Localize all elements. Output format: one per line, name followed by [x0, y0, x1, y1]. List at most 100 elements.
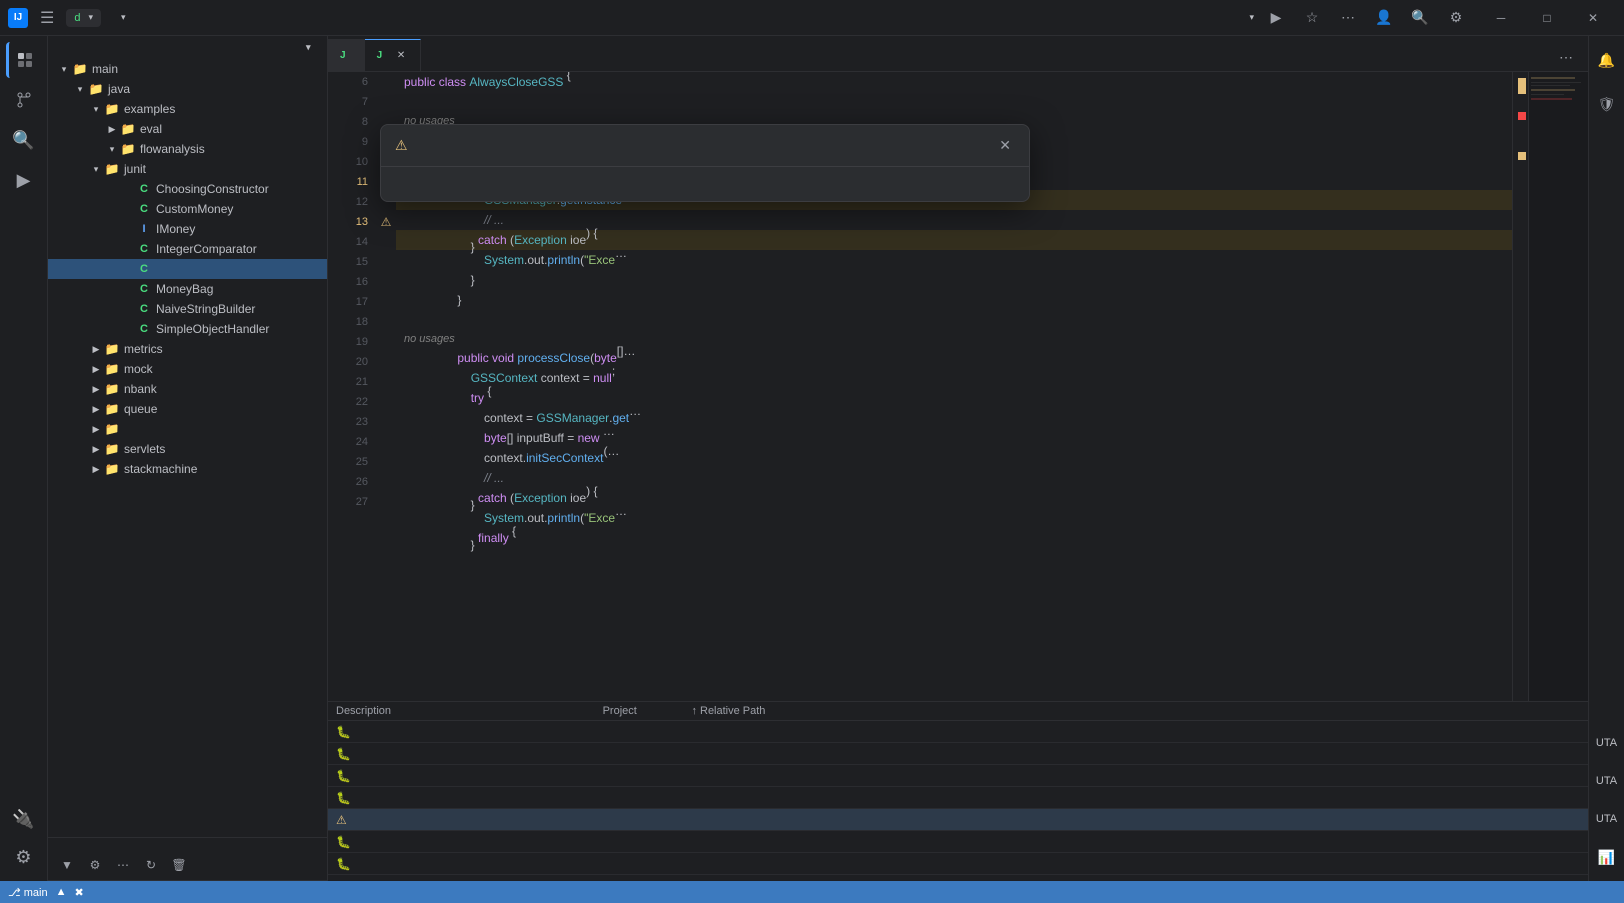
findings-refresh-button[interactable]: ↻: [140, 854, 162, 876]
finding-bug-icon: 🐛: [336, 725, 351, 739]
right-gutter: [1512, 72, 1528, 701]
right-toolbar: 🔔 🛡 UTA UTA UTA 📊: [1588, 36, 1624, 881]
tree-item-java[interactable]: ▾ 📁 java: [48, 79, 327, 99]
right-tool-plugin1[interactable]: UTA: [1589, 725, 1624, 761]
gutter-warn-13: ⚠: [376, 212, 396, 232]
ai-dialog-subtitle: [381, 167, 1029, 179]
project-dropdown-icon: ▾: [88, 12, 93, 23]
finding-row-5[interactable]: ⚠: [328, 809, 1588, 831]
tree-item-imoney[interactable]: I IMoney: [48, 219, 327, 239]
activity-icon-plugins[interactable]: 🔌: [6, 801, 42, 837]
right-tool-plugin3[interactable]: UTA: [1589, 801, 1624, 837]
code-line-17: [396, 310, 1512, 330]
activity-icon-vcs[interactable]: [6, 82, 42, 118]
finding-row-7[interactable]: 🐛: [328, 853, 1588, 875]
run-button[interactable]: ▶: [1262, 4, 1290, 32]
finding-row-2[interactable]: 🐛: [328, 743, 1588, 765]
tab-close-icon[interactable]: ✕: [394, 49, 408, 63]
tree-arrow: [120, 201, 136, 217]
minimize-button[interactable]: ─: [1478, 0, 1524, 36]
maximize-button[interactable]: □: [1524, 0, 1570, 36]
ai-dialog-content[interactable]: [381, 179, 1029, 201]
status-branch[interactable]: ⎇ main: [8, 886, 48, 899]
folder-icon: 📁: [104, 341, 120, 357]
code-line-21: context = GSSManager.get…: [396, 408, 1512, 428]
tree-label: flowanalysis: [140, 142, 205, 156]
tree-item-flowanalysis[interactable]: ▾ 📁 flowanalysis: [48, 139, 327, 159]
close-button[interactable]: ✕: [1570, 0, 1616, 36]
activity-icon-run[interactable]: ▶: [6, 162, 42, 198]
tree-item-integercomparator[interactable]: C IntegerComparator: [48, 239, 327, 259]
line-num-9: 9: [328, 132, 368, 152]
tree-label: SimpleObjectHandler: [156, 322, 269, 336]
tree-label: ChoosingConstructor: [156, 182, 269, 196]
tree-item-main[interactable]: ▾ 📁 main: [48, 59, 327, 79]
findings-delete-button[interactable]: 🗑: [168, 854, 190, 876]
finding-row-1[interactable]: 🐛: [328, 721, 1588, 743]
tree-item-simpleobjecthandler[interactable]: C SimpleObjectHandler: [48, 319, 327, 339]
tree-label: IntegerComparator: [156, 242, 257, 256]
findings-more-button[interactable]: ⋯: [112, 854, 134, 876]
activity-icon-project[interactable]: [6, 42, 42, 78]
project-selector[interactable]: d ▾: [66, 9, 101, 27]
findings-config-button[interactable]: ⚙: [84, 854, 106, 876]
search-button[interactable]: 🔍: [1406, 4, 1434, 32]
finding-bug-icon: 🐛: [336, 791, 351, 805]
finding-row-3[interactable]: 🐛: [328, 765, 1588, 787]
tree-item-servlets[interactable]: ▶ 📁 servlets: [48, 439, 327, 459]
right-tool-charts[interactable]: 📊: [1589, 839, 1624, 875]
tree-item-money[interactable]: C: [48, 259, 327, 279]
activity-icon-settings[interactable]: ⚙: [6, 839, 42, 875]
tree-arrow: [120, 221, 136, 237]
finding-row-6[interactable]: 🐛: [328, 831, 1588, 853]
ai-dialog[interactable]: ⚠ ✕: [380, 124, 1030, 202]
line-num-7: 7: [328, 92, 368, 112]
hamburger-menu[interactable]: ☰: [36, 4, 58, 32]
editor-more-button[interactable]: ⋯: [1552, 43, 1580, 71]
tree-item-nbank[interactable]: ▶ 📁 nbank: [48, 379, 327, 399]
ai-dialog-close-icon[interactable]: ✕: [995, 135, 1015, 156]
finding-row-4[interactable]: 🐛: [328, 787, 1588, 809]
sidebar-collapse-icon[interactable]: ▾: [306, 42, 311, 53]
current-file-selector[interactable]: ▾: [1245, 12, 1254, 23]
status-warnings[interactable]: ▲: [56, 886, 67, 898]
more-button[interactable]: ⋯: [1334, 4, 1362, 32]
tree-arrow: ▾: [72, 81, 88, 97]
tree-item-moneybag[interactable]: C MoneyBag: [48, 279, 327, 299]
line-num-15: 15: [328, 252, 368, 272]
tree-label: NaiveStringBuilder: [156, 302, 255, 316]
tab-alwaysclosegss-java[interactable]: J ✕: [365, 39, 422, 71]
tree-item-metrics[interactable]: ▶ 📁 metrics: [48, 339, 327, 359]
tree-item-mock[interactable]: ▶ 📁 mock: [48, 359, 327, 379]
tree-item-examples[interactable]: ▾ 📁 examples: [48, 99, 327, 119]
activity-icon-search[interactable]: 🔍: [6, 122, 42, 158]
minimap-error-line: [1531, 98, 1572, 100]
line-num-23: 23: [328, 412, 368, 432]
tree-item-choosingconstructor[interactable]: C ChoosingConstructor: [48, 179, 327, 199]
settings-button[interactable]: ⚙: [1442, 4, 1470, 32]
tree-item-naivestringbuilder[interactable]: C NaiveStringBuilder: [48, 299, 327, 319]
status-errors[interactable]: ✖: [74, 886, 83, 899]
line-num-6: 6: [328, 72, 368, 92]
tree-item-junit[interactable]: ▾ 📁 junit: [48, 159, 327, 179]
findings-sort-button[interactable]: ▼: [56, 854, 78, 876]
tree-item-security[interactable]: ▶ 📁: [48, 419, 327, 439]
tree-item-stackmachine[interactable]: ▶ 📁 stackmachine: [48, 459, 327, 479]
folder-icon: 📁: [120, 141, 136, 157]
right-tool-plugin2[interactable]: UTA: [1589, 763, 1624, 799]
tree-label: nbank: [124, 382, 157, 396]
version-control-selector[interactable]: ▾: [109, 9, 134, 26]
right-tool-shield[interactable]: 🛡: [1589, 86, 1624, 122]
tree-arrow: [120, 261, 136, 277]
line-num-26: 26: [328, 472, 368, 492]
tab-money-java[interactable]: J: [328, 39, 365, 71]
tree-item-eval[interactable]: ▶ 📁 eval: [48, 119, 327, 139]
tree-item-custommoney[interactable]: C CustomMoney: [48, 199, 327, 219]
tree-arrow: ▶: [88, 461, 104, 477]
tree-item-queue[interactable]: ▶ 📁 queue: [48, 399, 327, 419]
profile-button[interactable]: 👤: [1370, 4, 1398, 32]
right-tool-notifications[interactable]: 🔔: [1589, 42, 1624, 78]
tree-arrow: ▶: [104, 121, 120, 137]
tree-arrow: ▾: [88, 161, 104, 177]
bookmark-button[interactable]: ☆: [1298, 4, 1326, 32]
